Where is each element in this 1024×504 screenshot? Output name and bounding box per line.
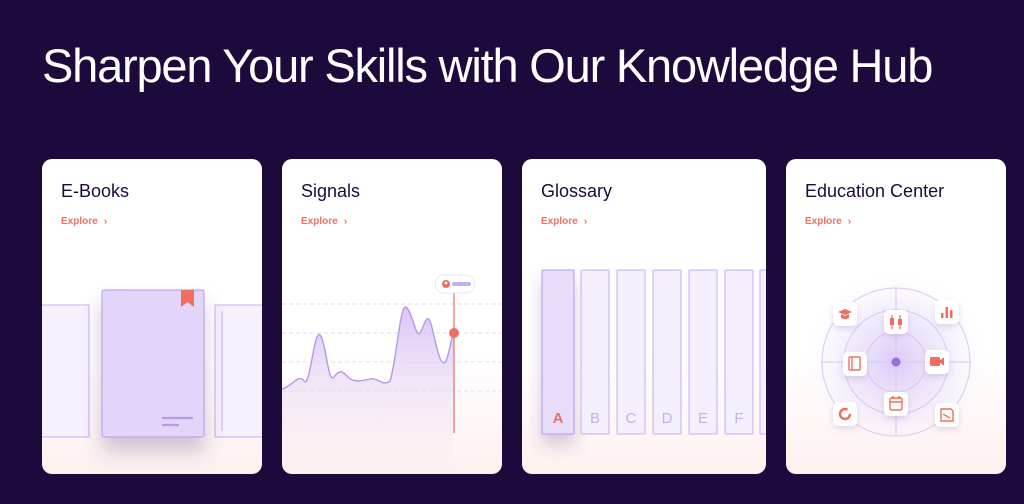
donut-chart-icon bbox=[833, 402, 857, 426]
card-education-center[interactable]: Education Center Explore › bbox=[786, 159, 1006, 474]
card-ebooks[interactable]: E-Books Explore › bbox=[42, 159, 262, 474]
book-left bbox=[42, 304, 90, 438]
center-dot bbox=[891, 357, 901, 367]
document-icon bbox=[935, 403, 959, 427]
page-title: Sharpen Your Skills with Our Knowledge H… bbox=[42, 39, 933, 92]
glossary-illustration: A B C D E F bbox=[541, 269, 766, 435]
education-illustration bbox=[806, 272, 986, 452]
candlestick-icon bbox=[884, 310, 908, 334]
bar-chart-icon bbox=[935, 300, 959, 324]
card-signals[interactable]: Signals Explore › bbox=[282, 159, 502, 474]
ebooks-illustration bbox=[42, 289, 262, 438]
glossary-letter-f: F bbox=[734, 410, 743, 427]
glossary-letter-c: C bbox=[626, 410, 637, 427]
calendar-icon bbox=[884, 392, 908, 416]
signals-illustration bbox=[282, 274, 502, 474]
card-glossary[interactable]: Glossary Explore › A B C D E F bbox=[522, 159, 766, 474]
glossary-letter-b: B bbox=[590, 410, 600, 427]
glossary-letter-d: D bbox=[662, 410, 673, 427]
glossary-letter-a: A bbox=[553, 410, 564, 427]
video-icon bbox=[925, 350, 949, 374]
signal-marker-dot bbox=[449, 328, 459, 338]
book-icon bbox=[843, 352, 867, 376]
graduation-cap-icon bbox=[833, 302, 857, 326]
book-center bbox=[101, 289, 205, 438]
glossary-letter-e: E bbox=[698, 410, 708, 427]
